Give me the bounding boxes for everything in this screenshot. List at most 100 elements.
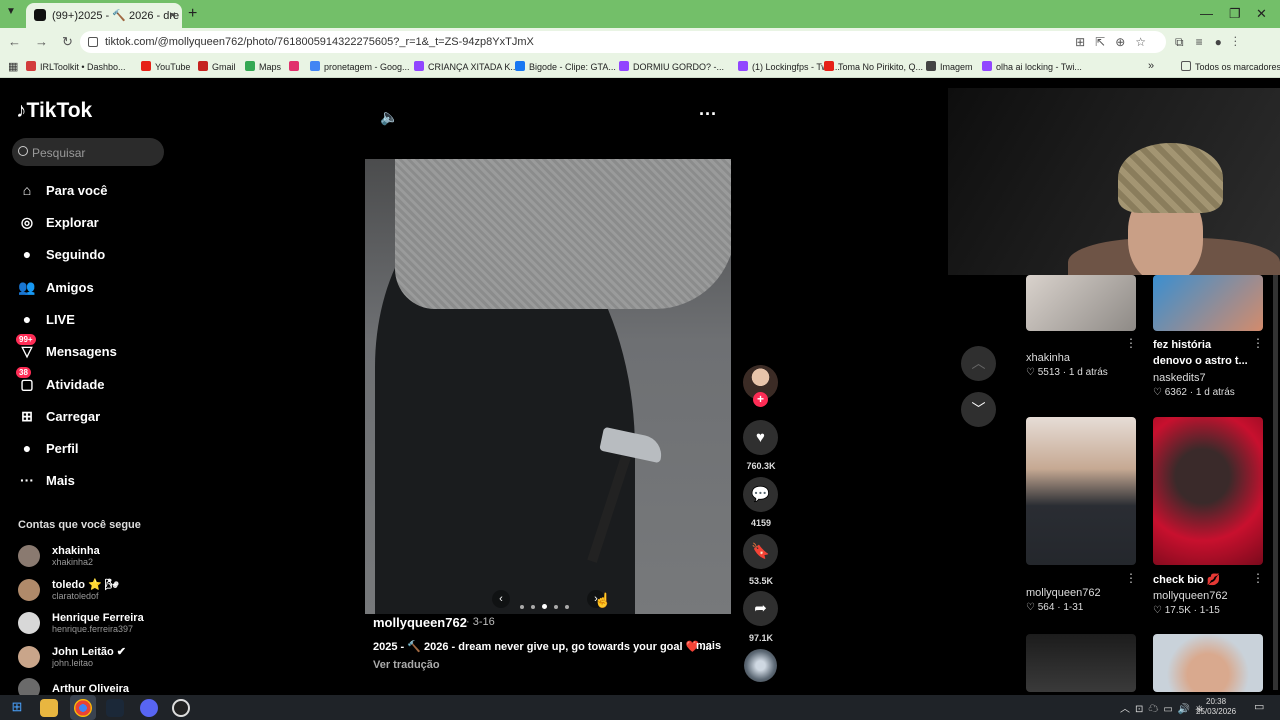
sidebar-item-profile[interactable]: ● Perfil bbox=[18, 438, 79, 458]
obs-icon[interactable] bbox=[172, 699, 190, 717]
grid-thumbnail[interactable] bbox=[1026, 634, 1136, 692]
bookmark-label: Bigode - Clipe: GTA... bbox=[529, 62, 616, 72]
followed-account[interactable]: Henrique Ferreira henrique.ferreira397 bbox=[18, 612, 144, 634]
bookmark-item[interactable]: Toma No Pirikito, Q... bbox=[824, 61, 923, 72]
grid-thumbnail[interactable] bbox=[1026, 275, 1136, 331]
grid-title[interactable]: check bio 💋 bbox=[1153, 572, 1221, 588]
clock-time: 20:38 bbox=[1206, 697, 1227, 706]
bookmark-favicon-icon bbox=[141, 61, 151, 71]
follow-button[interactable]: + bbox=[753, 392, 768, 407]
grid-more-icon[interactable]: ⋮ bbox=[1125, 571, 1137, 585]
sidebar-item-more[interactable]: ··· Mais bbox=[18, 470, 75, 490]
sidebar-item-activity[interactable]: ▢ Atividade bbox=[18, 374, 104, 394]
like-button[interactable]: ♥ bbox=[743, 420, 778, 455]
grid-thumbnail[interactable] bbox=[1153, 275, 1263, 331]
taskbar-clock[interactable]: 20:38 25/03/2026 bbox=[1196, 697, 1236, 717]
more-options-icon[interactable]: ··· bbox=[699, 104, 717, 125]
notification-icon[interactable]: ▭ bbox=[1254, 700, 1264, 713]
sidebar-item-following[interactable]: ● Seguindo bbox=[18, 244, 105, 264]
bookmark-item[interactable]: CRIANÇA XITADA K... bbox=[414, 61, 518, 72]
nav-buttons[interactable]: ←→↻ bbox=[8, 34, 87, 50]
following-icon: ● bbox=[22, 246, 32, 262]
all-bookmarks[interactable]: Todos os marcadores bbox=[1181, 61, 1280, 72]
bookmark-item[interactable]: YouTube bbox=[141, 61, 190, 72]
bookmark-icon: 🔖 bbox=[751, 543, 770, 560]
share-button[interactable]: ➦ bbox=[743, 591, 778, 626]
bookmark-label: DORMIU GORDO? -... bbox=[633, 62, 725, 72]
bookmark-item[interactable]: Maps bbox=[245, 61, 281, 72]
caption-more-link[interactable]: mais bbox=[696, 640, 721, 652]
notification-badge: 38 bbox=[16, 367, 31, 378]
browser-tab[interactable]: (99+)2025 - 🔨 2026 - dre × bbox=[26, 3, 182, 28]
address-bar[interactable]: tiktok.com/@mollyqueen762/photo/76180059… bbox=[80, 31, 1166, 53]
site-info-icon[interactable] bbox=[88, 37, 98, 47]
windows-start-icon[interactable]: ⊞ bbox=[8, 699, 26, 717]
bookmark-item[interactable]: pronetagem - Goog... bbox=[310, 61, 410, 72]
sidebar-item-friends[interactable]: 👥 Amigos bbox=[18, 277, 93, 297]
grid-user[interactable]: mollyqueen762 bbox=[1026, 587, 1101, 599]
minimize-icon[interactable]: — bbox=[1200, 6, 1213, 21]
omnibox-actions-icon[interactable]: ⊞⇱⊕☆ bbox=[1075, 35, 1156, 49]
grid-more-icon[interactable]: ⋮ bbox=[1252, 571, 1264, 585]
followed-account[interactable]: John Leitão ✔ john.leitao bbox=[18, 645, 126, 668]
sidebar-item-label: Mais bbox=[46, 472, 75, 488]
apps-grid-icon[interactable]: ▦ bbox=[8, 60, 18, 73]
grid-title[interactable]: xhakinha bbox=[1026, 352, 1070, 364]
bookmark-item[interactable]: DORMIU GORDO? -... bbox=[619, 61, 724, 72]
followed-account[interactable]: toledo ⭐ 🌬 claratoledof bbox=[18, 578, 119, 601]
bookmark-favicon-icon bbox=[738, 61, 748, 71]
steam-icon[interactable] bbox=[106, 699, 124, 717]
followed-account[interactable]: xhakinha xhakinha2 bbox=[18, 545, 100, 567]
bookmark-favicon-icon bbox=[198, 61, 208, 71]
music-disc-icon[interactable] bbox=[744, 649, 777, 682]
chevron-down-icon: ﹀ bbox=[971, 401, 986, 417]
following-accounts-header: Contas que você segue bbox=[18, 519, 141, 531]
carousel-dots[interactable] bbox=[520, 596, 576, 609]
grid-more-icon[interactable]: ⋮ bbox=[1252, 336, 1264, 350]
save-button[interactable]: 🔖 bbox=[743, 534, 778, 569]
account-username: henrique.ferreira397 bbox=[52, 624, 134, 634]
post-author[interactable]: mollyqueen762 bbox=[373, 615, 467, 630]
bookmark-item[interactable] bbox=[289, 61, 303, 72]
grid-thumbnail[interactable] bbox=[1153, 417, 1263, 565]
sidebar-item-explore[interactable]: ◎ Explorar bbox=[18, 212, 99, 232]
grid-user[interactable]: mollyqueen762 bbox=[1153, 590, 1228, 602]
bookmark-item[interactable]: Bigode - Clipe: GTA... bbox=[515, 61, 616, 72]
next-post-button[interactable]: ﹀ bbox=[961, 392, 996, 427]
post-photo[interactable] bbox=[365, 159, 731, 614]
prev-post-button[interactable]: ︿ bbox=[961, 346, 996, 381]
bookmarks-overflow-icon[interactable]: » bbox=[1148, 60, 1154, 72]
tab-close-icon[interactable]: × bbox=[169, 8, 176, 22]
close-window-icon[interactable]: ✕ bbox=[1256, 6, 1267, 22]
sidebar-item-live[interactable]: ● LIVE bbox=[18, 309, 75, 329]
grid-thumbnail[interactable] bbox=[1026, 417, 1136, 565]
volume-icon[interactable]: 🔈 bbox=[380, 108, 399, 126]
grid-meta: ♡ 5513 · 1 d atrás bbox=[1026, 367, 1108, 378]
grid-user[interactable]: naskedits7 bbox=[1153, 372, 1206, 384]
comment-button[interactable]: 💬 bbox=[743, 477, 778, 512]
grid-thumbnail[interactable] bbox=[1153, 634, 1263, 692]
discord-icon[interactable] bbox=[140, 699, 158, 717]
bookmark-item[interactable]: olha ai locking - Twi... bbox=[982, 61, 1082, 72]
new-tab-button[interactable]: + bbox=[188, 5, 197, 23]
translate-link[interactable]: Ver tradução bbox=[373, 659, 440, 671]
photo-shirt bbox=[395, 159, 731, 309]
search-input[interactable]: Pesquisar bbox=[12, 138, 164, 166]
bookmark-item[interactable]: Gmail bbox=[198, 61, 236, 72]
grid-more-icon[interactable]: ⋮ bbox=[1125, 336, 1137, 350]
sidebar-item-for-you[interactable]: ⌂ Para você bbox=[18, 180, 108, 200]
scrollbar[interactable] bbox=[1273, 275, 1278, 690]
tab-search-icon[interactable]: ▼ bbox=[6, 6, 16, 17]
account-username: claratoledof bbox=[52, 591, 99, 601]
restore-icon[interactable]: ❐ bbox=[1229, 6, 1241, 22]
carousel-prev-button[interactable]: ‹ bbox=[492, 590, 510, 608]
sidebar-item-upload[interactable]: ⊞ Carregar bbox=[18, 406, 100, 426]
bookmark-item[interactable]: IRLToolkit • Dashbo... bbox=[26, 61, 126, 72]
extensions-icon[interactable]: ⧉≡●⋮ bbox=[1175, 35, 1249, 50]
bookmark-label: IRLToolkit • Dashbo... bbox=[40, 62, 126, 72]
grid-title[interactable]: fez história denovo o astro t... bbox=[1153, 337, 1253, 369]
tab-title: (99+)2025 - 🔨 2026 - dre bbox=[52, 10, 180, 22]
tiktok-logo[interactable]: ♪TikTok bbox=[16, 99, 92, 123]
bookmark-item[interactable]: Imagem bbox=[926, 61, 973, 72]
file-explorer-icon[interactable] bbox=[40, 699, 58, 717]
